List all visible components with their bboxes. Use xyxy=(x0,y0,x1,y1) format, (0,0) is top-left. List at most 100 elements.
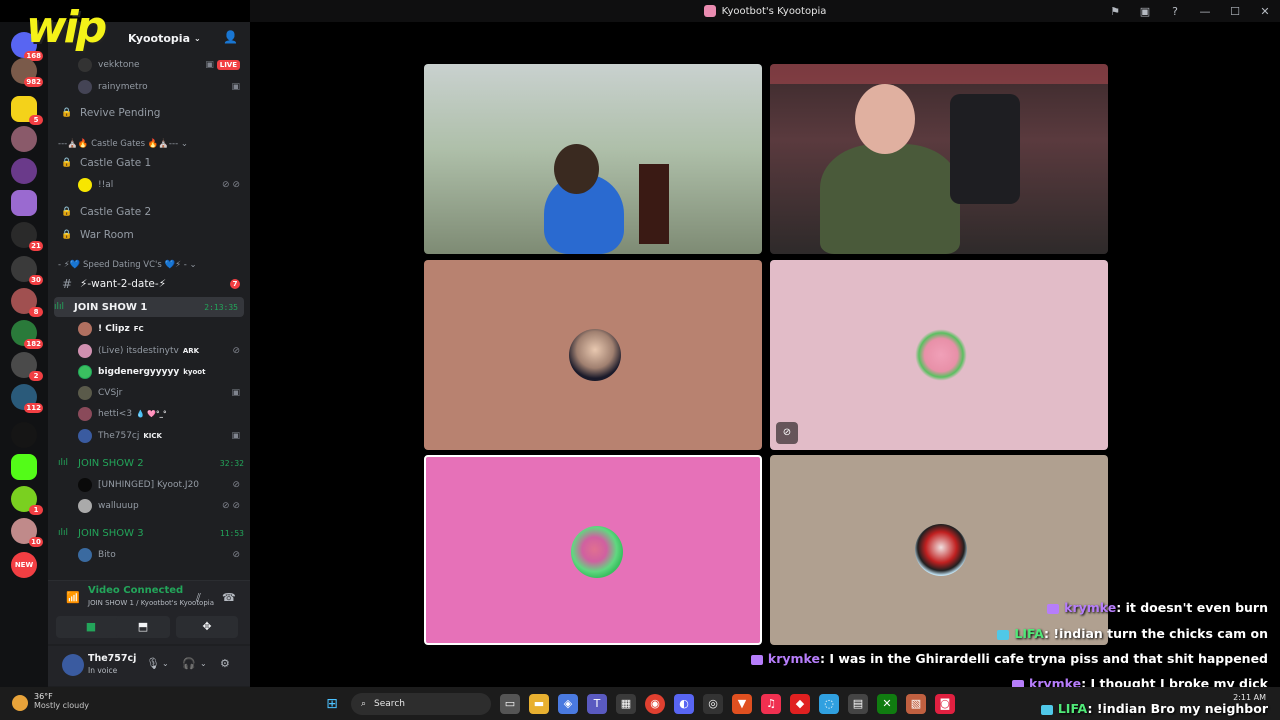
voice-channel-join-show-2[interactable]: ılıl JOIN SHOW 2 32:32 xyxy=(58,453,260,473)
server-icon[interactable]: 112 xyxy=(11,384,43,413)
add-member-icon[interactable]: 👤 xyxy=(223,30,238,44)
channel-war-room[interactable]: 🔒 War Room xyxy=(48,225,250,245)
weather-widget[interactable]: 36°F Mostly cloudy xyxy=(12,692,89,711)
voice-user[interactable]: vekktone ▣ LIVE xyxy=(48,55,250,75)
server-icon[interactable]: 21 xyxy=(11,222,43,251)
voice-user[interactable]: ! Clipz FC xyxy=(48,319,250,339)
channel-revive[interactable]: 🔒 Revive Pending xyxy=(48,103,250,123)
chevron-down-icon[interactable]: ⌄ xyxy=(200,659,207,668)
app-icon[interactable]: ◌ xyxy=(819,694,839,714)
server-icon[interactable]: 1 xyxy=(11,486,43,515)
channel-name: JOIN SHOW 2 xyxy=(78,457,144,469)
channel-castle-gate-1[interactable]: 🔒 Castle Gate 1 xyxy=(48,153,250,173)
user-tag: 💧 🩷°_° xyxy=(136,410,167,418)
copilot-icon[interactable]: ◈ xyxy=(558,694,578,714)
channel-name: Castle Gate 2 xyxy=(80,206,152,218)
server-icon[interactable] xyxy=(11,190,37,216)
voice-icon: ılıl xyxy=(54,302,65,312)
channel-castle-gate-2[interactable]: 🔒 Castle Gate 2 xyxy=(48,202,250,222)
activities-button[interactable]: ✥ xyxy=(176,616,238,638)
app-icon[interactable]: ▤ xyxy=(848,694,868,714)
disconnect-icon[interactable]: ☎ xyxy=(222,591,236,604)
file-explorer-icon[interactable]: ▬ xyxy=(529,694,549,714)
badge: 30 xyxy=(29,275,43,285)
flag-icon[interactable]: ⚑ xyxy=(1100,5,1130,18)
weather-condition: Mostly cloudy xyxy=(34,701,89,710)
overlay-icon[interactable]: ▣ xyxy=(1130,5,1160,18)
noise-suppression-icon[interactable]: ⫽ xyxy=(196,591,201,605)
voice-user[interactable]: !!al ⊘ ⊘ xyxy=(48,175,250,195)
category-castle-gates[interactable]: ---⛪🔥 Castle Gates 🔥⛪--- ⌄ xyxy=(48,134,250,154)
server-icon xyxy=(703,5,716,17)
voice-user[interactable]: bigdenergyyyyy kyoot xyxy=(48,362,250,382)
app-icon[interactable]: ◙ xyxy=(935,694,955,714)
window-title-text: Kyootbot's Kyootopia xyxy=(721,5,827,17)
store-icon[interactable]: ▦ xyxy=(616,694,636,714)
video-tile-camera[interactable] xyxy=(770,64,1108,254)
channel-name: JOIN SHOW 1 xyxy=(74,301,148,313)
microphone-icon[interactable]: 🎙 xyxy=(146,657,160,670)
xbox-icon[interactable]: ✕ xyxy=(877,694,897,714)
chrome-icon[interactable]: ◉ xyxy=(645,694,665,714)
server-icon[interactable] xyxy=(11,126,37,152)
server-icon[interactable]: 10 xyxy=(11,518,43,547)
app-icon[interactable]: ◆ xyxy=(790,694,810,714)
music-icon[interactable]: ♫ xyxy=(761,694,781,714)
channel-name: JOIN SHOW 3 xyxy=(78,527,144,539)
minimize-button[interactable]: — xyxy=(1190,5,1220,18)
server-icon[interactable]: 5 xyxy=(11,96,43,125)
server-icon[interactable]: 982 xyxy=(11,58,43,87)
badge: 10 xyxy=(29,537,43,547)
voice-user[interactable]: CVSjr ▣ xyxy=(48,383,250,403)
screen-share-button[interactable]: ⬒ xyxy=(116,616,170,638)
settings-gear-icon[interactable]: ⚙ xyxy=(220,657,230,670)
video-tile-camera[interactable] xyxy=(424,64,762,254)
channel-name: Revive Pending xyxy=(80,107,161,119)
voice-user[interactable]: [UNHINGED] Kyoot.J20 ⊘ xyxy=(48,475,250,495)
user-name: !!al xyxy=(98,180,114,190)
voice-user[interactable]: The757cj KICK ▣ xyxy=(48,426,250,446)
user-name: ! Clipz xyxy=(98,324,130,334)
server-icon[interactable]: 2 xyxy=(11,352,43,381)
avatar xyxy=(78,478,92,492)
voice-user[interactable]: hetti<3 💧 🩷°_° xyxy=(48,404,250,424)
avatar[interactable] xyxy=(62,654,84,676)
taskbar-search[interactable]: ⌕ Search xyxy=(351,693,491,715)
text-channel[interactable]: # ⚡-want-2-date-⚡ 7 xyxy=(48,274,250,294)
server-icon[interactable]: 30 xyxy=(11,256,43,285)
task-view-icon[interactable]: ▭ xyxy=(500,694,520,714)
channel-timer: 11:53 xyxy=(219,528,244,538)
brave-icon[interactable]: ▼ xyxy=(732,694,752,714)
windows-start-icon[interactable]: ⊞ xyxy=(322,694,342,714)
category-speed-dating[interactable]: - ⚡💙 Speed Dating VC's 💙⚡ - ⌄ xyxy=(48,255,250,275)
voice-user[interactable]: (Live) itsdestinytv ARK ⊘ xyxy=(48,341,250,361)
teams-icon[interactable]: T xyxy=(587,694,607,714)
headset-icon[interactable]: 🎧 xyxy=(182,657,196,670)
server-icon[interactable] xyxy=(11,422,37,448)
video-tile-avatar[interactable] xyxy=(424,260,762,450)
new-badge[interactable]: NEW xyxy=(11,552,37,578)
maximize-button[interactable]: ☐ xyxy=(1220,5,1250,18)
muted-icon: ⊘ ⊘ xyxy=(222,180,240,190)
video-tile-avatar[interactable] xyxy=(770,455,1108,645)
obs-icon[interactable]: ◎ xyxy=(703,694,723,714)
server-icon[interactable]: 8 xyxy=(11,288,43,317)
server-icon[interactable]: 182 xyxy=(11,320,43,349)
video-tile-avatar[interactable]: ⊘ xyxy=(770,260,1108,450)
voice-user[interactable]: Bito ⊘ xyxy=(48,545,250,565)
voice-channel-join-show-1[interactable]: ılıl JOIN SHOW 1 2:13:35 xyxy=(54,297,244,317)
voice-connection-panel: 📶 Video Connected JOIN SHOW 1 / Kyootbot… xyxy=(48,580,250,644)
camera-icon: ▣ xyxy=(231,388,240,398)
close-button[interactable]: ✕ xyxy=(1250,5,1280,18)
camera-icon: ▣ xyxy=(231,431,240,441)
voice-user[interactable]: walluuup ⊘ ⊘ xyxy=(48,496,250,516)
discord-icon[interactable]: ◐ xyxy=(674,694,694,714)
server-icon[interactable] xyxy=(11,158,37,184)
help-icon[interactable]: ? xyxy=(1160,5,1190,18)
video-tile-avatar-speaking[interactable] xyxy=(424,455,762,645)
voice-channel-join-show-3[interactable]: ılıl JOIN SHOW 3 11:53 xyxy=(58,523,260,543)
chevron-down-icon[interactable]: ⌄ xyxy=(162,659,169,668)
app-icon[interactable]: ▧ xyxy=(906,694,926,714)
voice-user[interactable]: rainymetro ▣ xyxy=(48,77,250,97)
kick-server-icon[interactable] xyxy=(11,454,37,480)
